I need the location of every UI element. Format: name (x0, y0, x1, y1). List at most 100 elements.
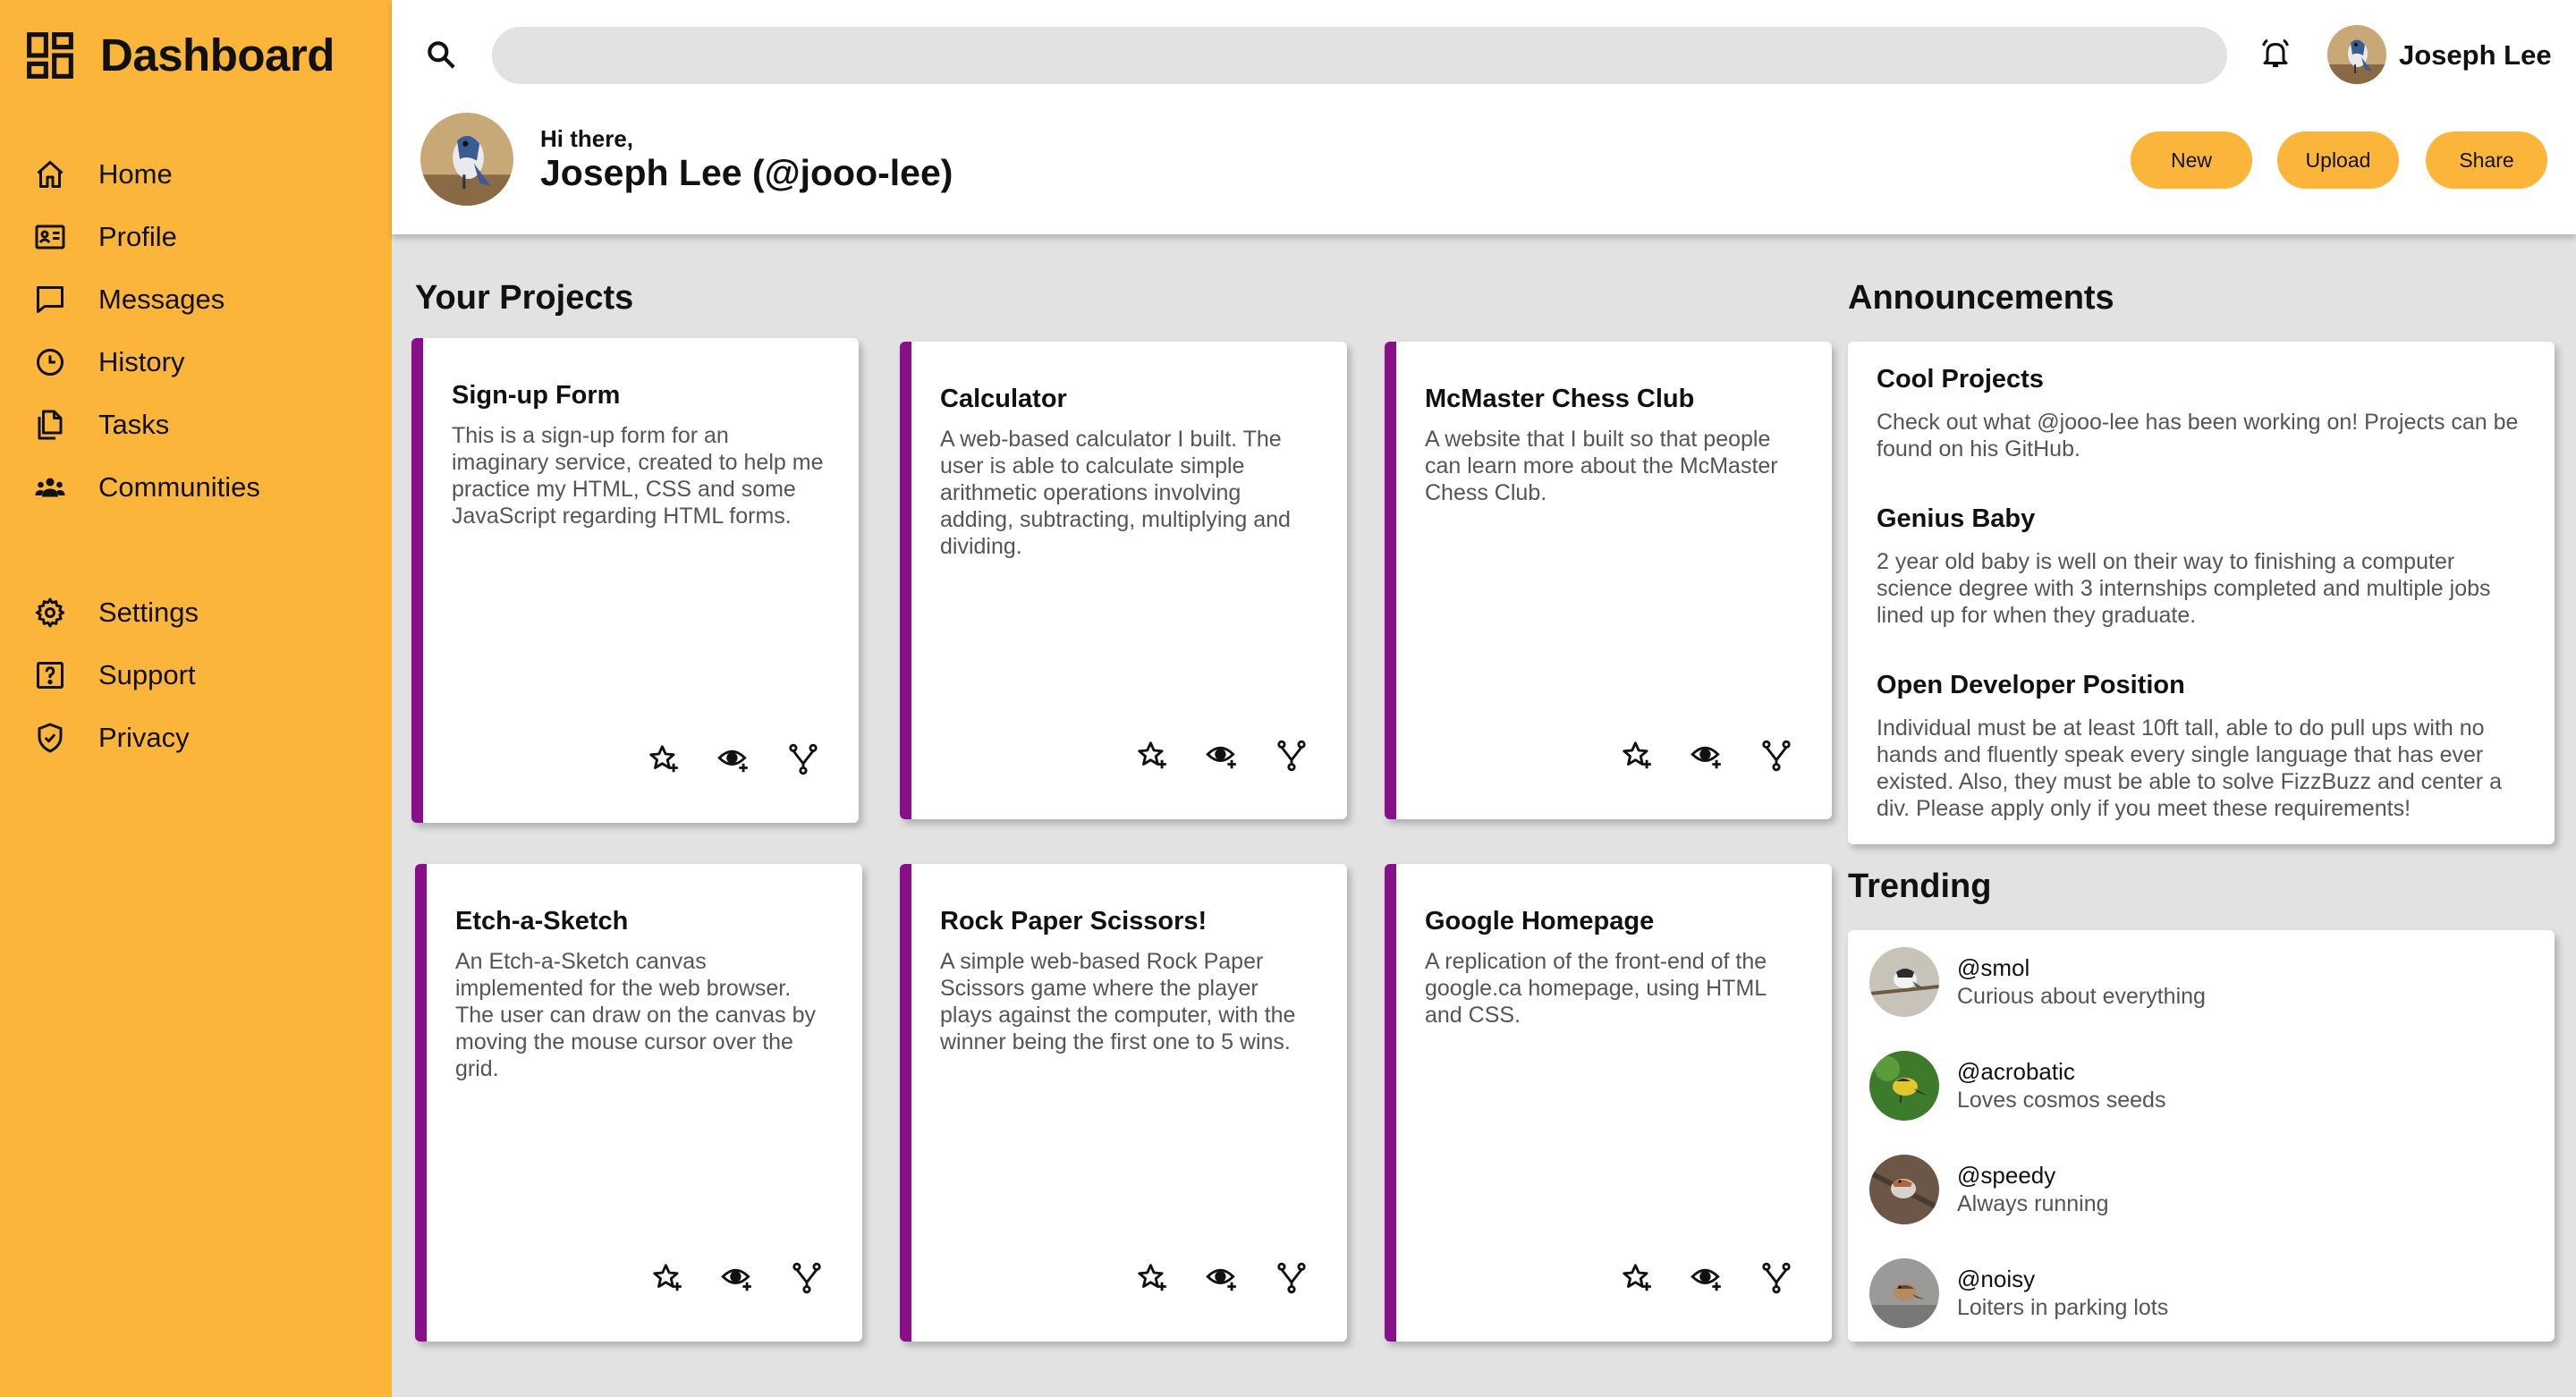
project-title: McMaster Chess Club (1425, 385, 1695, 413)
fork-icon[interactable] (790, 1261, 824, 1295)
id-card-icon (35, 224, 65, 250)
watch-icon[interactable] (1690, 739, 1724, 773)
fork-icon[interactable] (1275, 739, 1309, 773)
trending-user[interactable]: @smol Curious about everything (1869, 946, 2206, 1018)
watch-icon[interactable] (716, 742, 750, 776)
trending-user[interactable]: @noisy Loiters in parking lots (1869, 1257, 2168, 1329)
sidebar-item-communities[interactable]: Communities (34, 456, 374, 519)
home-icon (37, 161, 64, 188)
project-description: A website that I built so that people ca… (1425, 427, 1778, 505)
app-title: Dashboard (100, 30, 335, 80)
project-card[interactable]: Etch-a-Sketch An Etch-a-Sketch canvas im… (415, 864, 862, 1342)
trending-user-info: @noisy Loiters in parking lots (1957, 1266, 2168, 1321)
sidebar-item-label: Tasks (98, 409, 170, 440)
project-description: A simple web-based Rock Paper Scissors g… (940, 949, 1296, 1054)
chat-icon (37, 286, 64, 313)
user-avatar[interactable] (2327, 25, 2386, 84)
project-description: An Etch-a-Sketch canvas implemented for … (455, 949, 817, 1081)
project-title: Sign-up Form (452, 381, 621, 410)
project-card[interactable]: Google Homepage A replication of the fro… (1385, 864, 1832, 1342)
project-card[interactable]: Sign-up Form This is a sign-up form for … (411, 338, 859, 823)
star-add-icon[interactable] (1135, 1261, 1169, 1295)
project-card[interactable]: McMaster Chess Club A website that I bui… (1385, 342, 1832, 819)
profile-avatar (420, 113, 513, 206)
trending-description: Loiters in parking lots (1957, 1295, 2169, 1320)
project-actions (1135, 739, 1344, 773)
help-icon (37, 662, 64, 689)
watch-icon[interactable] (1690, 1261, 1724, 1295)
share-button[interactable]: Share (2426, 131, 2547, 189)
star-add-icon[interactable] (1620, 739, 1654, 773)
sidebar: Dashboard Home Profile Messages History … (0, 0, 392, 1397)
trending-user-info: @smol Curious about everything (1957, 954, 2206, 1010)
avatar (1869, 1258, 1939, 1328)
project-actions (1135, 1261, 1344, 1295)
project-actions (1620, 739, 1829, 773)
watch-icon[interactable] (720, 1261, 754, 1295)
fork-icon[interactable] (1275, 1261, 1309, 1295)
new-button[interactable]: New (2131, 131, 2252, 189)
brand[interactable]: Dashboard (25, 29, 335, 81)
fork-icon[interactable] (786, 742, 820, 776)
search-icon[interactable] (424, 38, 458, 72)
fork-icon[interactable] (1759, 739, 1793, 773)
trending-user-info: @acrobatic Loves cosmos seeds (1957, 1058, 2165, 1113)
trending-handle: @noisy (1957, 1266, 2036, 1292)
star-add-icon[interactable] (1620, 1261, 1654, 1295)
announcement-body: Check out what @jooo-lee has been workin… (1877, 410, 2519, 461)
announcement-item: Genius Baby 2 year old baby is well on t… (1877, 504, 2529, 629)
sidebar-item-label: Privacy (98, 722, 190, 753)
announcements-panel: Cool Projects Check out what @jooo-lee h… (1848, 342, 2555, 844)
project-title: Calculator (940, 385, 1067, 413)
project-description: This is a sign-up form for an imaginary … (452, 423, 824, 529)
watch-icon[interactable] (1205, 1261, 1239, 1295)
trending-panel: @smol Curious about everything @acrobati… (1848, 930, 2555, 1342)
trending-user[interactable]: @acrobatic Loves cosmos seeds (1869, 1050, 2165, 1122)
sidebar-item-label: Settings (98, 597, 199, 628)
top-header: Joseph Lee Hi there, Joseph Lee (@jooo-l… (392, 0, 2576, 234)
trending-description: Always running (1957, 1191, 2109, 1216)
announcement-item: Open Developer Position Individual must … (1877, 671, 2529, 822)
sidebar-item-settings[interactable]: Settings (34, 581, 374, 644)
project-title: Google Homepage (1425, 907, 1655, 936)
sidebar-item-history[interactable]: History (34, 331, 374, 394)
trending-user-info: @speedy Always running (1957, 1162, 2109, 1217)
sidebar-item-profile[interactable]: Profile (34, 206, 374, 268)
greeting-text: Hi there, (540, 125, 634, 152)
star-add-icon[interactable] (650, 1261, 684, 1295)
sidebar-item-support[interactable]: Support (34, 644, 374, 707)
bell-icon[interactable] (2259, 38, 2292, 70)
documents-icon (38, 410, 63, 440)
avatar (1869, 947, 1939, 1017)
sidebar-item-label: History (98, 346, 185, 377)
avatar (1869, 1155, 1939, 1224)
project-description: A replication of the front-end of the go… (1425, 949, 1767, 1028)
dashboard-icon (27, 31, 73, 79)
sidebar-item-label: Communities (98, 471, 260, 503)
star-add-icon[interactable] (647, 742, 681, 776)
announcement-title: Cool Projects (1877, 365, 2044, 394)
star-add-icon[interactable] (1135, 739, 1169, 773)
announcement-body: Individual must be at least 10ft tall, a… (1877, 715, 2502, 821)
sidebar-item-tasks[interactable]: Tasks (34, 394, 374, 456)
profile-full-name: Joseph Lee (@jooo-lee) (540, 152, 953, 193)
announcement-item: Cool Projects Check out what @jooo-lee h… (1877, 365, 2529, 462)
project-card[interactable]: Rock Paper Scissors! A simple web-based … (900, 864, 1347, 1342)
watch-icon[interactable] (1205, 739, 1239, 773)
announcements-title: Announcements (1848, 279, 2114, 317)
search-input[interactable] (492, 27, 2227, 84)
project-card[interactable]: Calculator A web-based calculator I buil… (900, 342, 1347, 819)
fork-icon[interactable] (1759, 1261, 1793, 1295)
trending-handle: @speedy (1957, 1162, 2056, 1189)
trending-user[interactable]: @speedy Always running (1869, 1154, 2109, 1225)
trending-title: Trending (1848, 868, 1992, 905)
sidebar-item-home[interactable]: Home (34, 143, 374, 206)
sidebar-item-label: Home (98, 158, 173, 190)
projects-title: Your Projects (415, 279, 634, 317)
sidebar-item-privacy[interactable]: Privacy (34, 707, 374, 769)
upload-button[interactable]: Upload (2277, 131, 2399, 189)
user-name[interactable]: Joseph Lee (2399, 39, 2552, 72)
sidebar-item-messages[interactable]: Messages (34, 268, 374, 331)
app-root: Dashboard Home Profile Messages History … (0, 0, 2576, 1397)
trending-description: Loves cosmos seeds (1957, 1088, 2166, 1113)
